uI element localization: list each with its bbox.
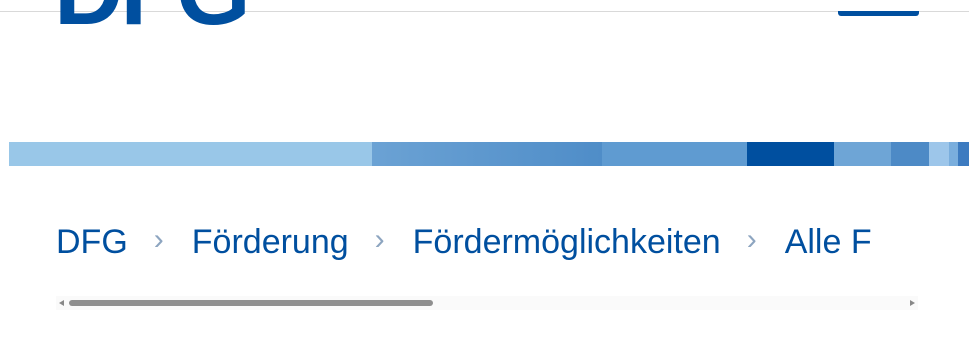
dfg-logo[interactable]: DFG bbox=[56, 0, 316, 36]
chevron-right-icon: › bbox=[746, 223, 757, 256]
breadcrumb[interactable]: DFG › Förderung › Fördermöglichkeiten › … bbox=[56, 212, 918, 272]
scrollbar-thumb[interactable] bbox=[69, 300, 433, 306]
chevron-right-icon: › bbox=[374, 223, 385, 256]
scroll-left-arrow-icon[interactable] bbox=[59, 300, 64, 306]
stripe-segment bbox=[949, 142, 958, 166]
stripe-segment bbox=[929, 142, 949, 166]
stripe-segment bbox=[834, 142, 891, 166]
horizontal-scrollbar[interactable] bbox=[56, 296, 918, 310]
decorative-color-stripe bbox=[9, 142, 969, 166]
stripe-segment bbox=[747, 142, 834, 166]
logo-text: DFG bbox=[56, 0, 251, 36]
chevron-right-icon: › bbox=[153, 223, 164, 256]
breadcrumb-item-dfg[interactable]: DFG bbox=[56, 223, 128, 262]
breadcrumb-item-alle[interactable]: Alle F bbox=[785, 223, 872, 262]
menu-button[interactable] bbox=[838, 11, 919, 16]
stripe-segment bbox=[958, 142, 969, 166]
breadcrumb-list: DFG › Förderung › Fördermöglichkeiten › … bbox=[56, 212, 872, 272]
breadcrumb-item-foerdermoeglichkeiten[interactable]: Fördermöglichkeiten bbox=[413, 223, 721, 262]
page: DFG DFG › Förderung › Fördermöglichkeite… bbox=[0, 0, 969, 360]
scroll-right-arrow-icon[interactable] bbox=[910, 300, 915, 306]
stripe-segment bbox=[891, 142, 929, 166]
stripe-segment bbox=[602, 142, 747, 166]
stripe-segment bbox=[372, 142, 602, 166]
breadcrumb-item-foerderung[interactable]: Förderung bbox=[192, 223, 349, 262]
stripe-segment bbox=[9, 142, 372, 166]
